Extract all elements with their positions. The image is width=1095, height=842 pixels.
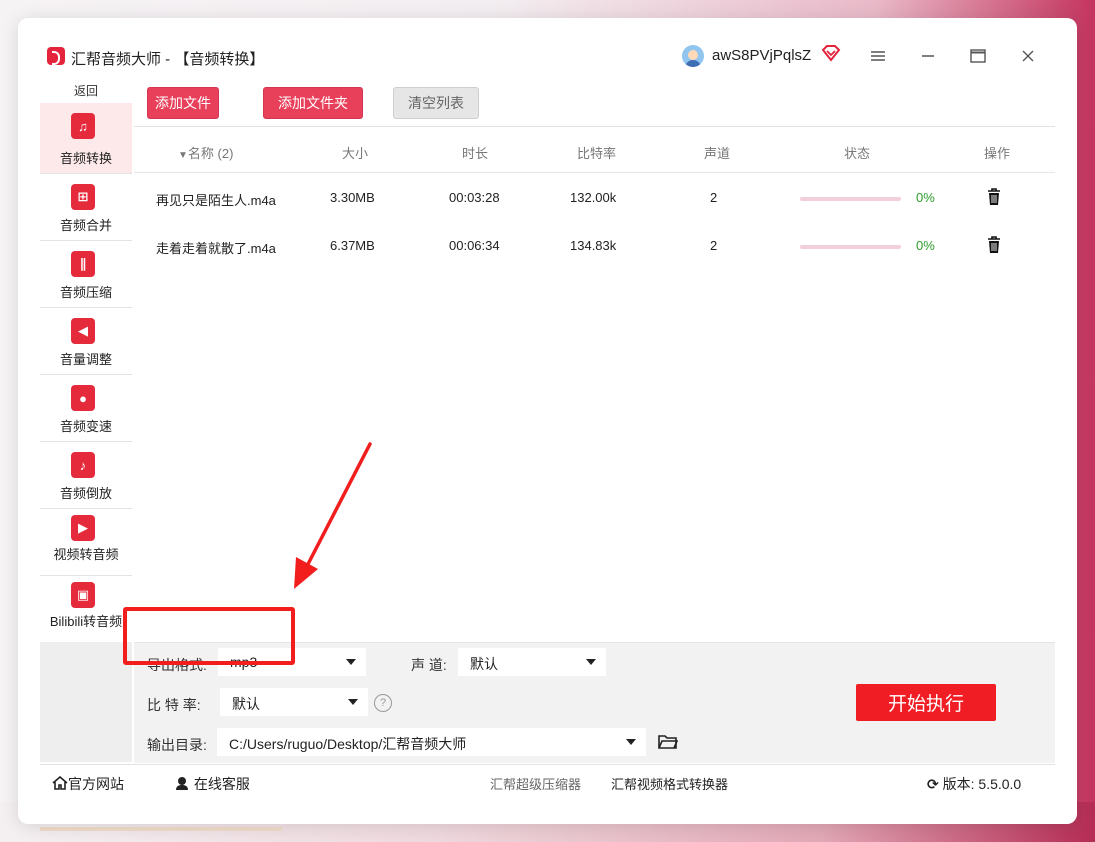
file-channels: 2 (710, 238, 718, 253)
file-size: 3.30MB (330, 190, 375, 205)
support-icon (176, 777, 188, 790)
bilibili-icon: ▣ (71, 582, 95, 608)
sidebar-item-label: 音量调整 (59, 352, 112, 367)
header-name[interactable]: ▼名称 (2) (178, 143, 233, 162)
maximize-icon[interactable] (968, 46, 988, 66)
back-link[interactable]: 返回 (40, 82, 132, 100)
sidebar-item-label: Bilibili转音频 (49, 614, 123, 629)
sidebar-item-label: 音频合并 (59, 218, 112, 233)
chevron-down-icon (626, 739, 636, 745)
sidebar-item-bilibili[interactable]: ▣ Bilibili转音频 (40, 576, 132, 642)
volume-adjust-icon: ◀ (71, 318, 95, 344)
header-action: 操作 (984, 146, 1011, 161)
username[interactable]: awS8PVjPqlsZ (712, 47, 811, 64)
compressor-link[interactable]: 汇帮超级压缩器 (490, 774, 581, 793)
add-file-button[interactable]: 添加文件 (147, 87, 219, 119)
audio-speed-icon: ● (71, 385, 95, 411)
file-duration: 00:03:28 (449, 190, 500, 205)
audio-compress-icon: ∥ (71, 251, 95, 277)
sidebar-item-audio-convert[interactable]: ♫ 音频转换 (40, 103, 132, 174)
sidebar-item-video-to-audio[interactable]: ▶ 视频转音频 (40, 509, 132, 576)
sidebar-item-label: 视频转音频 (53, 547, 119, 562)
audio-reverse-icon: ♪ (71, 452, 95, 478)
chevron-down-icon (346, 659, 356, 665)
video-to-audio-icon: ▶ (71, 515, 95, 541)
bitrate-select[interactable]: 默认 (220, 688, 368, 716)
progress-bar (800, 197, 901, 201)
channel-value: 默认 (470, 656, 498, 672)
sidebar-item-audio-reverse[interactable]: ♪ 音频倒放 (40, 442, 132, 509)
table-header: ▼名称 (2) 大小 时长 比特率 声道 状态 操作 (134, 128, 1055, 173)
channel-label: 声 道: (411, 657, 447, 673)
footer: 官方网站 在线客服 汇帮超级压缩器 汇帮视频格式转换器 ⟳ 版本: 5.5.0.… (40, 764, 1055, 801)
title-bar: 汇帮音频大师 - 【音频转换】 awS8PVjPqlsZ (18, 18, 1077, 76)
window-title: 汇帮音频大师 - 【音频转换】 (71, 51, 265, 68)
minimize-icon[interactable] (918, 46, 938, 66)
sidebar-item-label: 音频转换 (59, 151, 112, 166)
menu-icon[interactable] (868, 46, 888, 66)
file-channels: 2 (710, 190, 718, 205)
video-converter-link[interactable]: 汇帮视频格式转换器 (611, 774, 728, 793)
sort-down-icon: ▼ (178, 150, 188, 161)
table-row[interactable]: 再见只是陌生人.m4a 3.30MB 00:03:28 132.00k 2 0% (134, 174, 1055, 222)
vip-diamond-icon[interactable] (821, 44, 841, 62)
file-duration: 00:06:34 (449, 238, 500, 253)
sidebar-item-audio-compress[interactable]: ∥ 音频压缩 (40, 241, 132, 308)
file-size: 6.37MB (330, 238, 375, 253)
progress-percent: 0% (916, 190, 935, 205)
table-row[interactable]: 走着走着就散了.m4a 6.37MB 00:06:34 134.83k 2 0% (134, 222, 1055, 270)
toolbar: 添加文件 添加文件夹 清空列表 (134, 78, 1055, 127)
help-icon[interactable]: ? (374, 694, 392, 712)
header-status: 状态 (844, 146, 871, 161)
support-link[interactable]: 在线客服 (174, 774, 250, 794)
header-channels: 声道 (704, 146, 731, 161)
home-icon (52, 775, 68, 790)
chevron-down-icon (586, 659, 596, 665)
close-icon[interactable] (1018, 46, 1038, 66)
chevron-down-icon (348, 699, 358, 705)
sidebar-item-audio-speed[interactable]: ● 音频变速 (40, 375, 132, 442)
progress-bar (800, 245, 901, 249)
avatar[interactable] (682, 45, 704, 67)
clear-list-button[interactable]: 清空列表 (393, 87, 479, 119)
sidebar-item-label: 音频变速 (59, 419, 112, 434)
file-name: 再见只是陌生人.m4a (156, 193, 276, 208)
delete-icon[interactable] (987, 236, 1001, 254)
output-dir-value: C:/Users/ruguo/Desktop/汇帮音频大师 (229, 736, 467, 752)
annotation-highlight-box (123, 607, 295, 665)
file-bitrate: 132.00k (570, 190, 617, 205)
output-label: 输出目录: (147, 737, 207, 753)
app-window: 汇帮音频大师 - 【音频转换】 awS8PVjPqlsZ 返回 ♫ 音频转换 ⊞… (18, 18, 1077, 824)
output-dir-select[interactable]: C:/Users/ruguo/Desktop/汇帮音频大师 (217, 728, 646, 756)
sidebar-item-volume-adjust[interactable]: ◀ 音量调整 (40, 308, 132, 375)
refresh-icon[interactable]: ⟳ (927, 776, 939, 792)
progress-percent: 0% (916, 238, 935, 253)
header-bitrate: 比特率 (577, 146, 617, 161)
folder-open-icon[interactable] (658, 734, 678, 750)
file-bitrate: 134.83k (570, 238, 617, 253)
app-logo-icon (47, 47, 65, 65)
sidebar-item-label: 音频倒放 (59, 486, 112, 501)
sidebar-item-audio-merge[interactable]: ⊞ 音频合并 (40, 174, 132, 241)
header-size: 大小 (342, 146, 369, 161)
sidebar-bottom-spacer (40, 642, 132, 762)
website-link[interactable]: 官方网站 (52, 774, 124, 794)
start-button[interactable]: 开始执行 (856, 684, 996, 721)
file-name: 走着走着就散了.m4a (156, 241, 276, 256)
sidebar-item-label: 音频压缩 (59, 285, 112, 300)
bitrate-value: 默认 (232, 696, 260, 712)
channel-select[interactable]: 默认 (458, 648, 606, 676)
version-info: ⟳ 版本: 5.5.0.0 (927, 776, 1022, 792)
add-folder-button[interactable]: 添加文件夹 (263, 87, 363, 119)
audio-convert-icon: ♫ (71, 113, 95, 139)
audio-merge-icon: ⊞ (71, 184, 95, 210)
bitrate-label: 比 特 率: (147, 697, 201, 713)
delete-icon[interactable] (987, 188, 1001, 206)
taskbar-strip (40, 827, 282, 831)
header-duration: 时长 (462, 146, 489, 161)
